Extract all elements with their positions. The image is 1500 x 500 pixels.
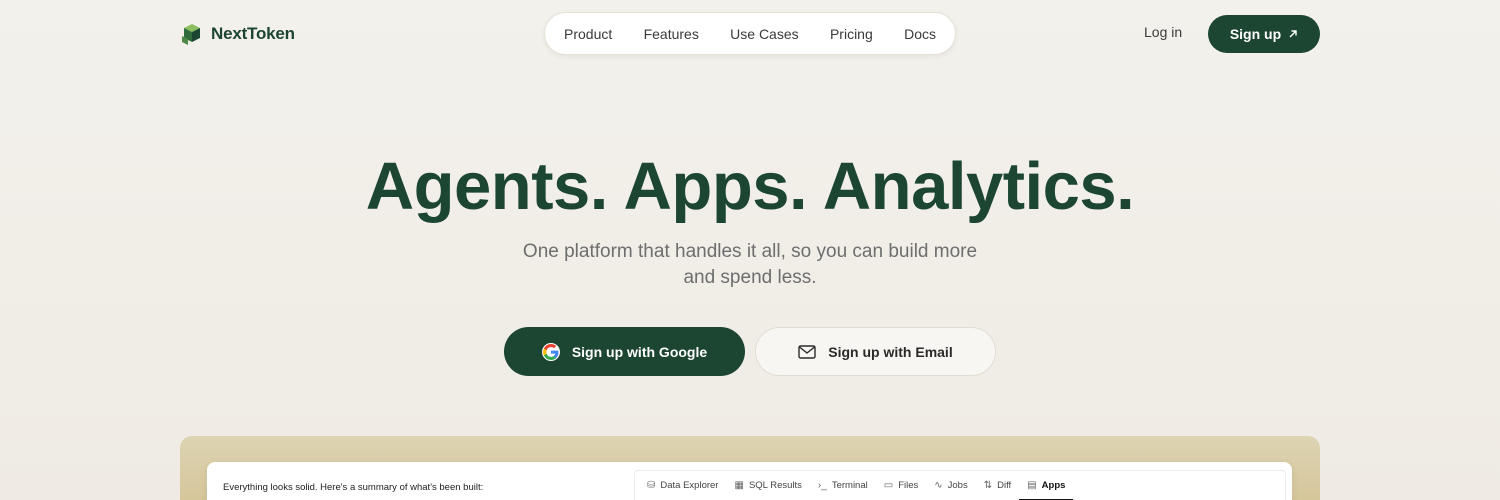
tab-jobs[interactable]: ∿ Jobs [934,471,967,500]
signup-google-label: Sign up with Google [571,343,708,360]
workspace-tabbar: ⛁ Data Explorer ▦ SQL Results ›_ Termina… [634,470,1286,500]
brand-logo[interactable]: NextToken [180,20,295,48]
diff-icon: ⇅ [983,480,993,491]
tab-label: Data Explorer [660,480,719,491]
tab-label: Files [898,480,919,491]
terminal-icon: ›_ [817,480,827,491]
nav-use-cases[interactable]: Use Cases [730,26,798,42]
signup-email-label: Sign up with Email [828,343,953,360]
table-icon: ▦ [734,480,744,491]
signup-button[interactable]: Sign up [1208,15,1320,53]
hero-subtitle: One platform that handles it all, so you… [500,239,1000,291]
google-icon [541,342,560,361]
tab-data-explorer[interactable]: ⛁ Data Explorer [647,471,718,500]
signup-google-button[interactable]: Sign up with Google [504,327,745,376]
hero-subtitle-line-1: One platform that handles it all, so you… [522,241,978,262]
login-link[interactable]: Log in [1144,24,1182,40]
tab-terminal[interactable]: ›_ Terminal [818,471,868,500]
nav-product[interactable]: Product [564,26,612,42]
tab-label: Terminal [831,480,868,491]
arrow-up-right-icon [1289,30,1297,38]
nav-docs[interactable]: Docs [904,26,936,42]
signup-email-button[interactable]: Sign up with Email [755,327,996,376]
nav-features[interactable]: Features [644,26,699,42]
tab-diff[interactable]: ⇅ Diff [984,471,1011,500]
tab-label: SQL Results [748,480,802,491]
tab-label: Apps [1041,480,1066,491]
cube-logo-icon [182,24,200,45]
hero-subtitle-line-2: and spend less. [683,267,817,288]
tab-label: Diff [997,480,1012,491]
tab-files[interactable]: ▭ Files [884,471,919,500]
brand-name: NextToken [211,24,295,43]
chat-message: Everything looks solid. Here's a summary… [223,482,484,493]
app-icon: ▤ [1027,480,1037,491]
tab-apps[interactable]: ▤ Apps [1019,471,1074,500]
hero-title: Agents. Apps. Analytics. [365,149,1135,224]
tab-sql-results[interactable]: ▦ SQL Results [734,471,801,500]
activity-icon: ∿ [934,480,943,491]
database-icon: ⛁ [647,480,656,491]
nav-pricing[interactable]: Pricing [830,26,873,42]
mail-icon [798,344,816,359]
folder-icon: ▭ [883,480,894,491]
tab-label: Jobs [947,480,968,491]
signup-label: Sign up [1229,26,1282,42]
main-nav: Product Features Use Cases Pricing Docs [544,12,956,55]
